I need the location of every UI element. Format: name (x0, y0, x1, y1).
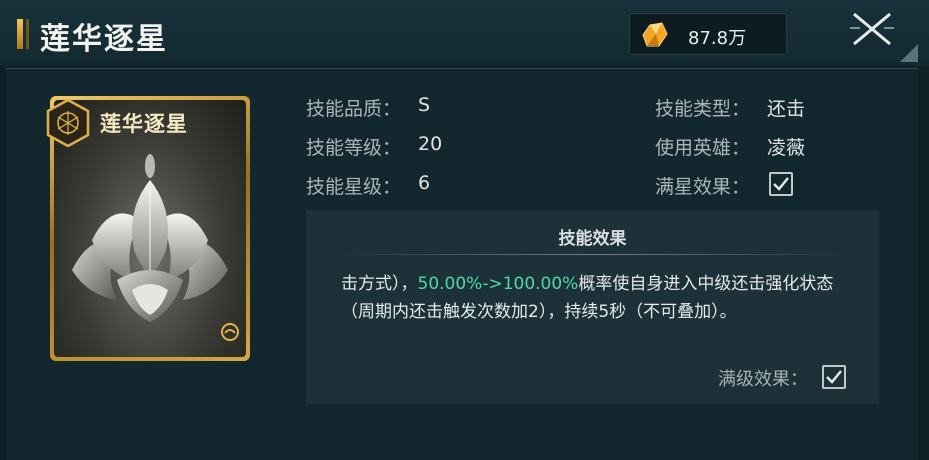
level-value: 20 (418, 133, 443, 155)
effect-divider (336, 254, 849, 255)
checkmark-icon (826, 370, 842, 384)
card-corner-icon (221, 323, 239, 341)
close-x-icon (850, 12, 894, 46)
type-value: 还击 (767, 98, 806, 120)
max-level-checkbox[interactable] (822, 365, 846, 389)
hexagon-emblem-icon (46, 99, 90, 147)
full-star-label: 满星效果： (655, 176, 751, 198)
crystal-icon (642, 22, 668, 47)
card-name: 莲华逐星 (100, 111, 188, 136)
effect-title: 技能效果 (558, 229, 627, 249)
title-accent-bar (17, 19, 29, 49)
star-label: 技能星级： (306, 176, 402, 198)
star-value: 6 (418, 172, 431, 194)
skill-effect-box: 技能效果 击方式），50.00%->100.00%概率使自身进入中级还击强化状态… (306, 210, 879, 404)
max-level-label: 满级效果： (718, 369, 808, 390)
effect-highlight: 50.00%->100.00% (417, 274, 579, 294)
quality-label: 技能品质： (306, 98, 402, 120)
lotus-art (72, 154, 228, 322)
checkmark-icon (773, 177, 789, 191)
full-star-checkbox[interactable] (769, 172, 793, 196)
window-title: 莲华逐星 (40, 22, 168, 57)
close-button[interactable] (846, 4, 898, 54)
quality-value: S (418, 94, 431, 116)
hero-value: 凌薇 (767, 137, 806, 159)
effect-text-before: 击方式）， (341, 274, 418, 294)
effect-description: 击方式），50.00%->100.00%概率使自身进入中级还击强化状态（周期内还… (341, 270, 851, 326)
currency-value: 87.8万 (688, 28, 747, 49)
currency-display: 87.8万 (629, 13, 787, 55)
hero-label: 使用英雄： (655, 137, 751, 159)
level-label: 技能等级： (306, 137, 402, 159)
type-label: 技能类型： (655, 98, 751, 120)
top-bar: 莲华逐星 87.8万 (0, 0, 929, 66)
corner-decoration (900, 44, 918, 62)
